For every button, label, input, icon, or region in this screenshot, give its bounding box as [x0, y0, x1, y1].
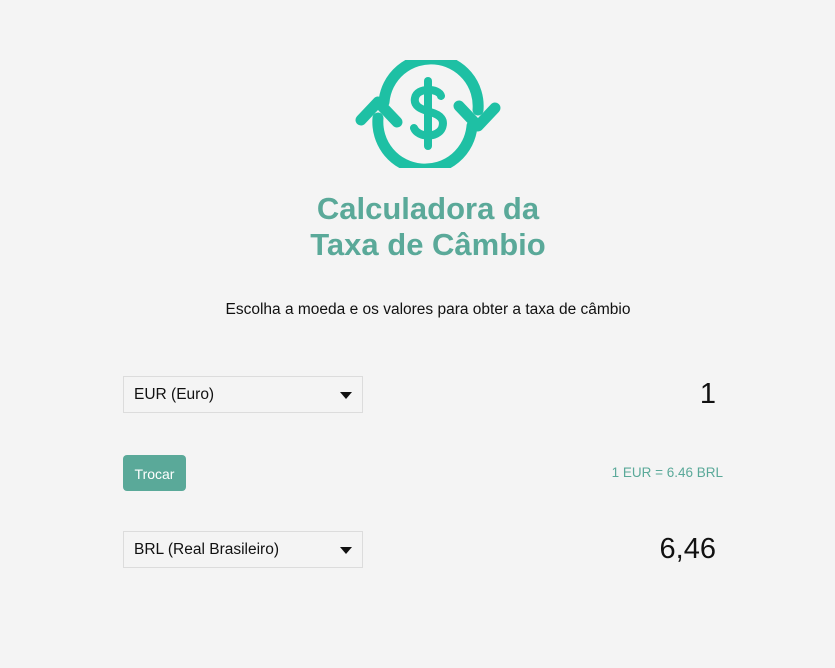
- caret-down-icon: [340, 392, 352, 399]
- title-line-2: Taxa de Câmbio: [310, 227, 546, 262]
- title-line-1: Calculadora da: [316, 191, 540, 226]
- from-currency-value: EUR (Euro): [134, 386, 215, 403]
- to-currency-select[interactable]: BRL (Real Brasileiro): [123, 531, 363, 568]
- from-amount-input[interactable]: 1: [516, 378, 716, 411]
- to-currency-value: BRL (Real Brasileiro): [134, 541, 279, 558]
- currency-exchange-icon: [355, 60, 501, 168]
- page-title: Calculadora da Taxa de Câmbio: [0, 191, 835, 263]
- swap-button[interactable]: Trocar: [123, 455, 186, 491]
- from-currency-select[interactable]: EUR (Euro): [123, 376, 363, 413]
- subtitle: Escolha a moeda e os valores para obter …: [225, 301, 631, 318]
- currency-calculator-page: Calculadora da Taxa de Câmbio Escolha a …: [0, 0, 835, 668]
- exchange-rate-text: 1 EUR = 6.46 BRL: [611, 465, 723, 480]
- to-amount-input[interactable]: 6,46: [516, 533, 716, 566]
- caret-down-icon: [340, 547, 352, 554]
